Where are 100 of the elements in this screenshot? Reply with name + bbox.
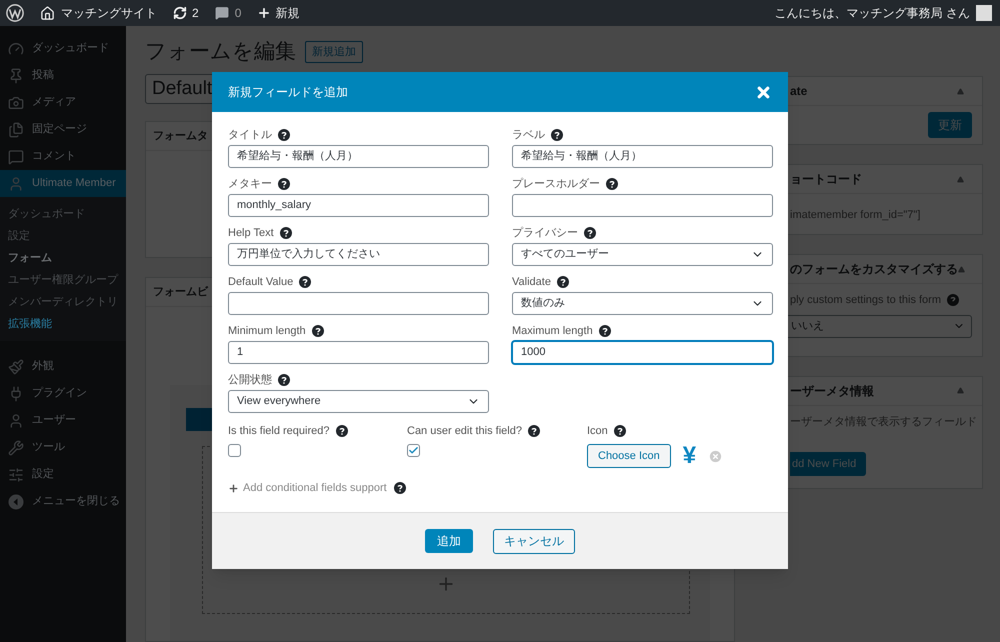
help-icon[interactable] xyxy=(299,276,312,288)
camera-icon xyxy=(8,94,24,110)
submenu-item[interactable]: ダッシュボード xyxy=(0,203,126,225)
select-field[interactable]: View everywhere xyxy=(228,390,489,413)
sidebar-item[interactable]: 外観 xyxy=(0,353,126,380)
option-label: Can user edit this field? xyxy=(407,424,522,439)
logo-icon[interactable] xyxy=(6,4,24,22)
help-icon[interactable] xyxy=(280,227,292,239)
sidebar-item[interactable]: メニューを閉じる xyxy=(0,488,126,515)
field-label: Minimum length xyxy=(228,324,306,339)
wrench-icon xyxy=(8,440,24,456)
help-icon[interactable] xyxy=(606,178,618,190)
input-field[interactable]: monthly_salary xyxy=(228,194,489,217)
add-new-button[interactable]: 新規追加 xyxy=(305,41,363,63)
select-field[interactable]: すべてのユーザー xyxy=(512,243,773,266)
speech-bubble-icon xyxy=(214,6,229,20)
help-icon[interactable] xyxy=(556,276,569,288)
help-icon[interactable] xyxy=(278,178,290,190)
greeting-text[interactable]: こんにちは、マッチング事務局 さん xyxy=(774,4,970,22)
submenu-item[interactable]: 設定 xyxy=(0,225,126,247)
updates-link[interactable]: 2 xyxy=(165,4,207,22)
option-label: Icon xyxy=(587,424,608,439)
pin-icon xyxy=(8,68,24,84)
person-icon xyxy=(8,412,24,428)
input-field[interactable]: 希望給与・報酬（人月） xyxy=(512,145,773,168)
panel-title: フォームビ xyxy=(153,284,208,300)
sidebar-item[interactable]: ツール xyxy=(0,434,126,461)
help-icon[interactable] xyxy=(312,325,324,337)
option-label: Is this field required? xyxy=(228,424,330,439)
field-label: Validate xyxy=(512,274,551,290)
plus-icon xyxy=(257,6,272,20)
help-icon[interactable] xyxy=(614,425,626,437)
page-title: フォームを編集 xyxy=(145,39,296,66)
sidebar-item[interactable]: ダッシュボード xyxy=(0,35,126,62)
pages-icon xyxy=(8,122,24,138)
field-label: 公開状態 xyxy=(228,372,272,388)
select-field[interactable]: 数値のみ xyxy=(512,292,773,315)
input-field[interactable]: 1000 xyxy=(512,341,773,364)
panel-title: ョートコード xyxy=(790,171,862,188)
gauge-icon xyxy=(8,40,24,56)
comments-link[interactable]: 0 xyxy=(206,4,250,22)
site-link[interactable]: マッチングサイト xyxy=(32,4,165,22)
selected-icon: ¥ xyxy=(682,444,696,468)
sidebar-item[interactable]: プラグイン xyxy=(0,380,126,407)
help-icon[interactable] xyxy=(528,425,540,437)
panel-title: ate xyxy=(790,83,808,100)
sidebar-item[interactable]: コメント xyxy=(0,143,126,170)
field-label: Default Value xyxy=(228,274,294,290)
panel-title: ーザーメタ情報 xyxy=(790,382,874,400)
field-label: メタキー xyxy=(228,176,272,192)
help-icon[interactable] xyxy=(394,482,406,494)
field-label: Maximum length xyxy=(512,324,593,339)
speech-bubble-icon xyxy=(8,148,24,164)
submenu-item[interactable]: フォーム xyxy=(0,247,126,269)
field-label: プレースホルダー xyxy=(512,176,600,192)
new-link[interactable]: 新規 xyxy=(249,4,308,22)
submenu-item[interactable]: メンバーディレクトリ xyxy=(0,291,126,313)
help-icon[interactable] xyxy=(278,129,290,141)
help-icon[interactable] xyxy=(336,425,348,437)
sliders-icon xyxy=(8,466,24,482)
close-icon[interactable] xyxy=(755,84,772,100)
field-label: タイトル xyxy=(228,128,272,143)
input-field[interactable] xyxy=(228,292,489,315)
home-icon xyxy=(40,6,55,20)
add-button[interactable]: 追加 xyxy=(425,529,473,553)
cancel-button[interactable]: キャンセル xyxy=(493,528,575,554)
help-icon[interactable] xyxy=(598,325,611,337)
choose-icon-button[interactable]: Choose Icon xyxy=(587,444,671,468)
refresh-icon xyxy=(173,6,187,20)
check-icon xyxy=(408,445,419,456)
input-field[interactable] xyxy=(512,194,773,217)
field-label: プライバシー xyxy=(512,226,578,241)
help-icon[interactable] xyxy=(584,227,596,239)
checkbox[interactable] xyxy=(228,444,241,457)
field-label: ラベル xyxy=(512,128,545,143)
input-field[interactable]: 万円単位で入力してください xyxy=(228,243,489,266)
panel-title: のフォームをカスタマイズする xyxy=(790,261,958,278)
plus-icon xyxy=(228,482,239,494)
sidebar-item[interactable]: 固定ページ xyxy=(0,116,126,143)
add-field-button[interactable]: dd New Field xyxy=(790,452,866,476)
panel-title: フォームタ xyxy=(153,128,208,144)
paintbrush-icon xyxy=(8,358,24,374)
sidebar-item[interactable]: 投稿 xyxy=(0,62,126,89)
help-icon[interactable] xyxy=(551,129,563,141)
update-button[interactable]: 更新 xyxy=(928,112,972,138)
sidebar-item[interactable]: Ultimate Member xyxy=(0,170,126,197)
input-field[interactable]: 希望給与・報酬（人月） xyxy=(228,145,489,168)
modal-title: 新規フィールドを追加 xyxy=(228,84,348,101)
help-icon[interactable] xyxy=(278,374,290,386)
submenu-item[interactable]: 拡張機能 xyxy=(0,313,126,335)
sidebar-item[interactable]: 設定 xyxy=(0,461,126,488)
submenu-item[interactable]: ユーザー権限グループ xyxy=(0,269,126,291)
person-icon xyxy=(8,176,24,192)
sidebar-item[interactable]: ユーザー xyxy=(0,407,126,434)
field-label: Help Text xyxy=(228,226,274,241)
sidebar-item[interactable]: メディア xyxy=(0,89,126,116)
collapse-icon xyxy=(8,494,24,510)
conditional-fields-link[interactable]: Add conditional fields support xyxy=(228,480,406,496)
input-field[interactable]: 1 xyxy=(228,341,489,364)
checkbox[interactable] xyxy=(407,444,420,457)
